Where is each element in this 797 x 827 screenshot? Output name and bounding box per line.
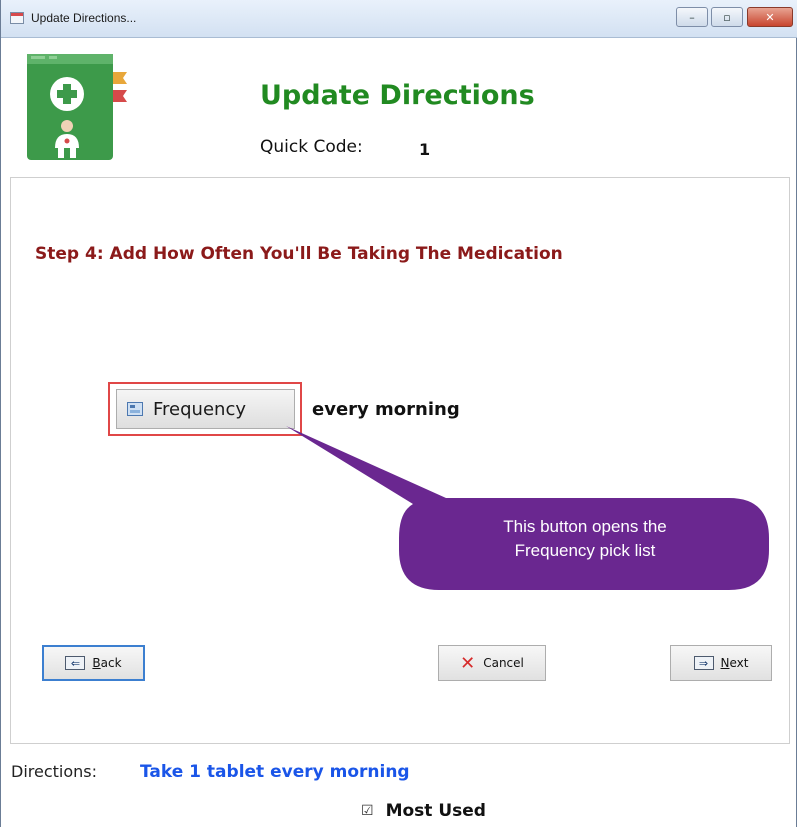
step-title: Step 4: Add How Often You'll Be Taking T… (35, 244, 563, 264)
quick-code-value: 1 (419, 140, 431, 159)
quick-code-label: Quick Code: (260, 137, 363, 157)
frequency-button[interactable]: Frequency (116, 389, 295, 429)
back-label-rest: ack (100, 656, 122, 670)
next-arrow-icon: ⇒ (693, 656, 714, 670)
update-directions-window: Update Directions... – ▫ ✕ Update Direct… (0, 0, 797, 827)
checkbox-checked-icon: ☑ (361, 803, 374, 819)
cancel-label: Cancel (483, 656, 524, 670)
next-button[interactable]: ⇒ Next (670, 645, 772, 681)
next-mnemonic: N (720, 656, 730, 670)
back-label: Back (92, 656, 121, 670)
most-used-label: Most Used (385, 801, 486, 821)
back-mnemonic: B (92, 656, 101, 670)
next-label: Next (721, 656, 749, 670)
most-used-checkbox[interactable]: ☑ Most Used (361, 801, 486, 821)
next-label-rest: ext (729, 656, 749, 670)
cancel-button[interactable]: ✕ Cancel (438, 645, 546, 681)
window-app-icon (10, 12, 24, 24)
title-bar[interactable]: Update Directions... – ▫ ✕ (1, 0, 797, 38)
list-icon (127, 402, 143, 416)
minimize-icon: – (689, 10, 695, 24)
maximize-button[interactable]: ▫ (711, 7, 743, 27)
callout-line-1: This button opens the (503, 517, 667, 536)
back-button[interactable]: ⇐ Back (42, 645, 145, 681)
cancel-x-icon: ✕ (460, 652, 476, 674)
callout-line-2: Frequency pick list (514, 541, 656, 560)
close-button[interactable]: ✕ (747, 7, 793, 27)
medical-book-icon (27, 54, 127, 160)
callout-text: This button opens the Frequency pick lis… (401, 515, 769, 563)
minimize-button[interactable]: – (676, 7, 708, 27)
close-icon: ✕ (765, 10, 775, 24)
window-title: Update Directions... (31, 11, 137, 25)
frequency-button-label: Frequency (153, 398, 246, 420)
maximize-icon: ▫ (723, 10, 731, 24)
directions-label: Directions: (11, 762, 98, 781)
directions-value: Take 1 tablet every morning (140, 762, 410, 782)
frequency-value: every morning (312, 399, 460, 420)
page-title: Update Directions (260, 80, 535, 111)
back-arrow-icon: ⇐ (65, 656, 86, 670)
